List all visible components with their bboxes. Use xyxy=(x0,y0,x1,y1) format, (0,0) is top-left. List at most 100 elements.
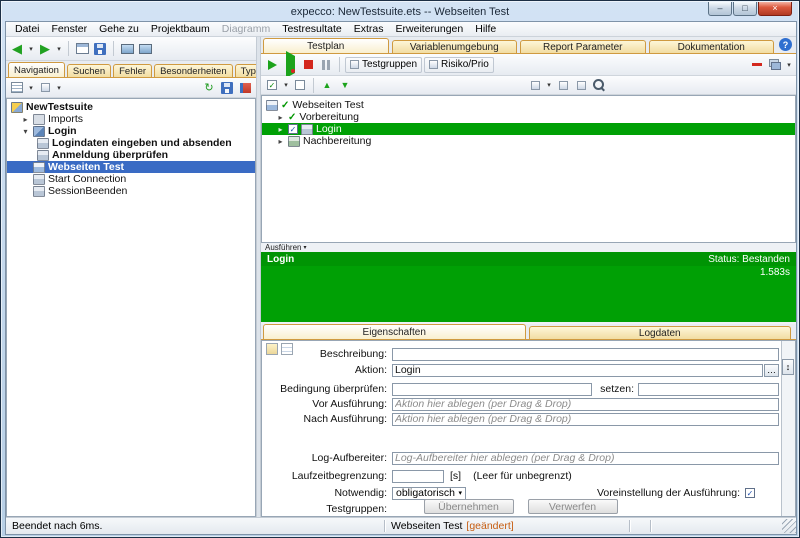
bedingung-input[interactable] xyxy=(392,383,592,396)
tree-item-sessionbeenden[interactable]: SessionBeenden xyxy=(7,185,255,197)
tree-view-button[interactable] xyxy=(9,79,25,97)
tab-logdaten[interactable]: Logdaten xyxy=(529,326,792,339)
minimize-button[interactable]: – xyxy=(708,2,732,16)
local-monitor-button[interactable] xyxy=(119,40,135,58)
insert-node-button[interactable] xyxy=(527,76,543,94)
testplan-item-webseiten-test[interactable]: ✓ Webseiten Test xyxy=(262,99,795,111)
tab-besonderheiten[interactable]: Besonderheiten xyxy=(154,64,233,77)
testplan-item-nachbereitung[interactable]: ▸ Nachbereitung xyxy=(262,135,795,147)
nach-ausfuehrung-dropzone[interactable] xyxy=(392,413,779,426)
expander-icon[interactable]: ▸ xyxy=(276,125,285,134)
tab-variablenumgebung[interactable]: Variablenumgebung xyxy=(392,40,518,53)
tree-item-webseiten-test[interactable]: Webseiten Test xyxy=(7,161,255,173)
debug-run-button[interactable] xyxy=(282,56,298,74)
execution-mode-dropdown[interactable]: Ausführen ▾ xyxy=(261,243,796,252)
tab-dokumentation[interactable]: Dokumentation xyxy=(649,40,775,53)
navigation-toolbar: ▾ ▾ ↻ xyxy=(6,78,256,98)
verwerfen-button[interactable]: Verwerfen xyxy=(528,499,618,514)
tree-item-anmeldung[interactable]: Anmeldung überprüfen xyxy=(7,149,255,161)
pause-button[interactable] xyxy=(318,56,334,74)
nach-ausfuehrung-row: Nach Ausführung: xyxy=(262,412,779,426)
menu-item-testresultate[interactable]: Testresultate xyxy=(276,23,348,35)
aktion-browse-button[interactable]: … xyxy=(764,364,779,377)
tab-testplan[interactable]: Testplan xyxy=(263,38,389,53)
reload-button[interactable]: ↻ xyxy=(201,79,217,97)
menu-item-erweiterungen[interactable]: Erweiterungen xyxy=(390,23,470,35)
tree-item-imports[interactable]: ▸ Imports xyxy=(7,113,255,125)
uebernehmen-button[interactable]: Übernehmen xyxy=(424,499,514,514)
insert-node-dropdown[interactable]: ▾ xyxy=(545,76,553,94)
category-view-dropdown[interactable]: ▾ xyxy=(55,79,63,97)
help-button[interactable]: ? xyxy=(779,38,792,51)
run-button[interactable] xyxy=(264,56,280,74)
testplan-item-login[interactable]: ▸ ✓ Login xyxy=(262,123,795,135)
uncheck-button[interactable] xyxy=(292,76,308,94)
close-button[interactable]: × xyxy=(758,2,792,16)
menu-item-datei[interactable]: Datei xyxy=(9,23,46,35)
filter-button[interactable] xyxy=(555,76,571,94)
library-button[interactable] xyxy=(237,79,253,97)
menu-item-gehe-zu[interactable]: Gehe zu xyxy=(93,23,145,35)
expander-icon[interactable]: ▾ xyxy=(21,127,30,136)
menu-item-fenster[interactable]: Fenster xyxy=(46,23,94,35)
testplan-item-vorbereitung[interactable]: ▸ ✓ Vorbereitung xyxy=(262,111,795,123)
log-aufbereiter-dropzone[interactable] xyxy=(392,452,779,465)
columns-button[interactable] xyxy=(573,76,589,94)
tab-suchen[interactable]: Suchen xyxy=(67,64,111,77)
remote-monitor-button[interactable] xyxy=(137,40,153,58)
vor-ausfuehrung-row: Vor Ausführung: xyxy=(262,397,779,411)
check-all-dropdown[interactable]: ▾ xyxy=(282,76,290,94)
tab-report-parameter[interactable]: Report Parameter xyxy=(520,40,646,53)
save-suite-button[interactable] xyxy=(92,40,108,58)
titlebar[interactable]: expecco: NewTestsuite.ets -- Webseiten T… xyxy=(2,2,798,21)
forward-button[interactable]: ▶ xyxy=(37,40,53,58)
expander-icon[interactable]: ▸ xyxy=(21,115,30,124)
move-up-button[interactable]: ▲ xyxy=(319,76,335,94)
notwendig-select[interactable]: obligatorisch ▾ xyxy=(392,487,466,500)
result-stack-button[interactable] xyxy=(767,56,783,74)
left-tabbar: Navigation Suchen Fehler Besonderheiten … xyxy=(6,61,256,78)
testgruppen-toggle[interactable]: Testgruppen xyxy=(345,57,422,73)
tab-eigenschaften[interactable]: Eigenschaften xyxy=(263,324,526,339)
result-stack-dropdown[interactable]: ▾ xyxy=(785,56,793,74)
back-button[interactable]: ◀ xyxy=(9,40,25,58)
tree-item-newtestsuite[interactable]: NewTestsuite xyxy=(7,101,255,113)
menu-item-projektbaum[interactable]: Projektbaum xyxy=(145,23,216,35)
remove-result-button[interactable] xyxy=(749,56,765,74)
grid-icon xyxy=(41,83,50,92)
new-window-button[interactable] xyxy=(74,40,90,58)
risiko-prio-toggle[interactable]: Risiko/Prio xyxy=(424,57,494,73)
tree-item-start-connection[interactable]: Start Connection xyxy=(7,173,255,185)
resize-updown-button[interactable]: ↕ xyxy=(782,359,794,375)
enabled-checkbox[interactable]: ✓ xyxy=(288,124,298,134)
tree-view-dropdown[interactable]: ▾ xyxy=(27,79,35,97)
back-history-dropdown[interactable]: ▾ xyxy=(27,40,35,58)
window-title: expecco: NewTestsuite.ets -- Webseiten T… xyxy=(291,6,509,18)
maximize-button[interactable]: □ xyxy=(733,2,757,16)
tree-item-login[interactable]: ▾ Login xyxy=(7,125,255,137)
setzen-input[interactable] xyxy=(638,383,779,396)
move-down-button[interactable]: ▼ xyxy=(337,76,353,94)
vor-ausfuehrung-dropzone[interactable] xyxy=(392,398,779,411)
voreinstellung-checkbox[interactable]: ✓ xyxy=(745,488,755,498)
expander-icon[interactable]: ▸ xyxy=(276,113,285,122)
menu-item-hilfe[interactable]: Hilfe xyxy=(469,23,502,35)
stop-button[interactable] xyxy=(300,56,316,74)
save-button[interactable] xyxy=(219,79,235,97)
menu-item-diagramm[interactable]: Diagramm xyxy=(216,23,276,35)
beschreibung-input[interactable] xyxy=(392,348,779,361)
tab-fehler[interactable]: Fehler xyxy=(113,64,152,77)
aktion-input[interactable] xyxy=(392,364,763,377)
tab-navigation[interactable]: Navigation xyxy=(8,62,65,77)
resize-grip[interactable] xyxy=(782,519,796,533)
laufzeit-input[interactable] xyxy=(392,470,444,483)
expander-icon[interactable]: ▸ xyxy=(276,137,285,146)
forward-history-dropdown[interactable]: ▾ xyxy=(55,40,63,58)
check-all-button[interactable]: ✓ xyxy=(264,76,280,94)
category-view-button[interactable] xyxy=(37,79,53,97)
tree-item-logindaten[interactable]: Logindaten eingeben und absenden xyxy=(7,137,255,149)
laufzeit-row: Laufzeitbegrenzung: [s] (Leer für unbegr… xyxy=(262,469,779,483)
pause-icon xyxy=(322,60,330,70)
search-button[interactable] xyxy=(591,76,607,94)
menu-item-extras[interactable]: Extras xyxy=(348,23,390,35)
